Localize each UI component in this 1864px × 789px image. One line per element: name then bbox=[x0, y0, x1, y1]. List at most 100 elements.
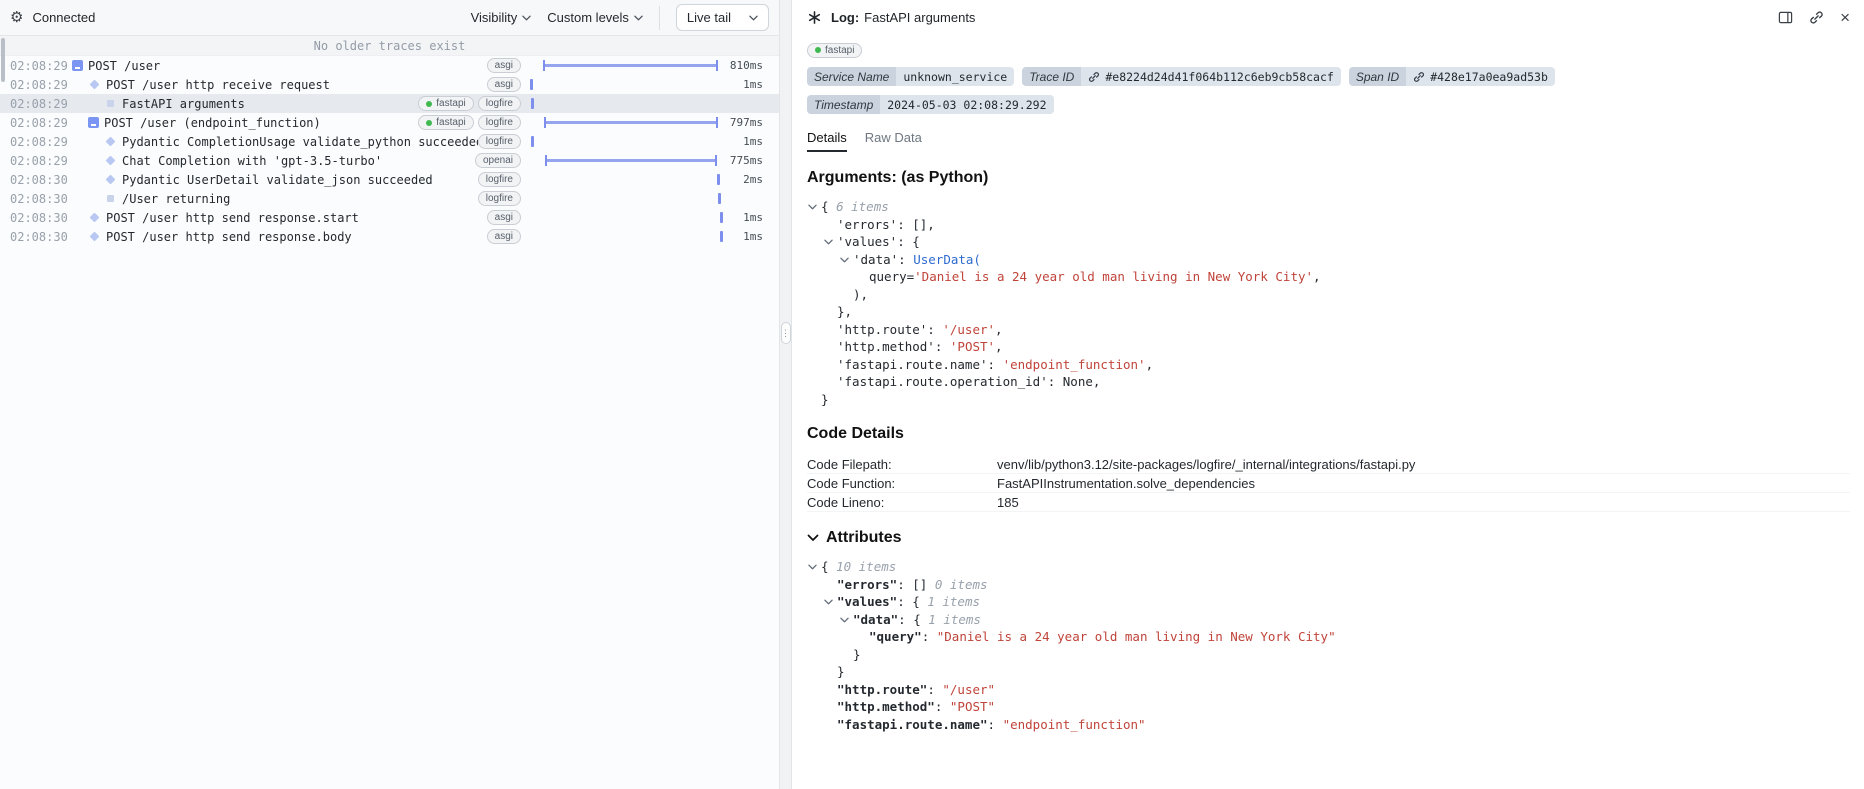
duration-bar bbox=[545, 155, 717, 166]
tree-segment: , bbox=[1313, 269, 1321, 284]
chevron-down-icon bbox=[634, 15, 643, 21]
visibility-dropdown[interactable]: Visibility bbox=[471, 10, 532, 25]
tree-caret-icon[interactable] bbox=[840, 251, 853, 269]
tree-line: { 6 items bbox=[807, 198, 1850, 216]
row-badges: asgi bbox=[487, 210, 529, 225]
tag-value: unknown_service bbox=[896, 67, 1014, 86]
dock-panel-icon[interactable] bbox=[1778, 10, 1793, 25]
badge-logfire: logfire bbox=[478, 134, 521, 149]
code-detail-value: FastAPIInstrumentation.solve_dependencie… bbox=[997, 476, 1255, 491]
tag-chip-trace-id[interactable]: Trace ID#e8224d24d41f064b112c6eb9cb58cac… bbox=[1022, 67, 1341, 86]
resize-grip-icon[interactable]: ⋮ bbox=[781, 322, 791, 344]
tree-segment: : bbox=[935, 699, 950, 714]
code-detail-row: Code Lineno:185 bbox=[807, 493, 1850, 512]
tree-line: "fastapi.route.name": "endpoint_function… bbox=[807, 716, 1850, 734]
duration-label: 1ms bbox=[723, 78, 779, 91]
row-indent bbox=[72, 236, 88, 237]
tree-caret-icon[interactable] bbox=[808, 198, 821, 216]
tree-line: } bbox=[807, 391, 1850, 409]
tree-segment: 1 items bbox=[927, 594, 980, 609]
duration-bar-area bbox=[529, 132, 723, 151]
tree-line: } bbox=[807, 646, 1850, 664]
collapse-toggle-icon[interactable] bbox=[72, 60, 83, 71]
trace-row[interactable]: 02:08:30POST /user http send response.st… bbox=[0, 208, 779, 227]
tree-segment: "http.route" bbox=[837, 682, 927, 697]
copy-link-icon[interactable] bbox=[1809, 10, 1824, 25]
trace-row[interactable]: 02:08:29Chat Completion with 'gpt-3.5-tu… bbox=[0, 151, 779, 170]
span-name: Chat Completion with 'gpt-3.5-turbo' bbox=[122, 154, 382, 168]
trace-row[interactable]: 02:08:30POST /user http send response.bo… bbox=[0, 227, 779, 246]
tab-raw-data[interactable]: Raw Data bbox=[865, 130, 922, 152]
settings-gear-icon[interactable]: ⚙ bbox=[10, 10, 23, 25]
duration-bar-area bbox=[529, 170, 723, 189]
attributes-collapse-icon[interactable] bbox=[807, 534, 819, 542]
tree-line: 'values': { bbox=[807, 233, 1850, 251]
trace-row-timestamp: 02:08:29 bbox=[10, 97, 72, 111]
custom-levels-dropdown[interactable]: Custom levels bbox=[547, 10, 643, 25]
tag-row: Service Nameunknown_serviceTrace ID#e822… bbox=[807, 67, 1850, 86]
trace-row[interactable]: 02:08:30Pydantic UserDetail validate_jso… bbox=[0, 170, 779, 189]
tree-line: 'errors': [], bbox=[807, 216, 1850, 234]
tag-label: Span ID bbox=[1349, 67, 1406, 86]
tag-chip-span-id[interactable]: Span ID#428e17a0ea9ad53b bbox=[1349, 67, 1555, 86]
tree-segment: "POST" bbox=[950, 699, 995, 714]
tree-segment: { bbox=[821, 199, 836, 214]
tree-caret-icon[interactable] bbox=[808, 558, 821, 576]
duration-bar-area bbox=[529, 113, 723, 132]
tree-caret-icon[interactable] bbox=[840, 611, 853, 629]
detail-tags: Service Nameunknown_serviceTrace ID#e822… bbox=[793, 67, 1864, 114]
tree-caret-icon[interactable] bbox=[824, 233, 837, 251]
connection-status: Connected bbox=[32, 10, 95, 25]
duration-label: 1ms bbox=[723, 230, 779, 243]
detail-badge-row: fastapi bbox=[793, 34, 1864, 58]
span-diamond-icon bbox=[88, 230, 101, 243]
badge-asgi: asgi bbox=[487, 58, 521, 73]
left-scrollbar-thumb[interactable] bbox=[1, 38, 5, 82]
row-indent bbox=[72, 122, 88, 123]
trace-row-timestamp: 02:08:29 bbox=[10, 59, 72, 73]
row-indent bbox=[72, 141, 104, 142]
trace-row[interactable]: 02:08:29Pydantic CompletionUsage validat… bbox=[0, 132, 779, 151]
tree-caret-icon[interactable] bbox=[824, 593, 837, 611]
trace-row-timestamp: 02:08:29 bbox=[10, 78, 72, 92]
badge-fastapi: fastapi bbox=[807, 43, 862, 58]
trace-row[interactable]: 02:08:29POST /user (endpoint_function)fa… bbox=[0, 113, 779, 132]
duration-label: 775ms bbox=[723, 154, 779, 167]
tree-line: 'fastapi.route.operation_id': None, bbox=[807, 373, 1850, 391]
detail-header-actions: × bbox=[1778, 9, 1850, 26]
tree-line: query='Daniel is a 24 year old man livin… bbox=[807, 268, 1850, 286]
trace-row[interactable]: 02:08:29POST /user http receive requesta… bbox=[0, 75, 779, 94]
tag-chip-timestamp: Timestamp2024-05-03 02:08:29.292 bbox=[807, 95, 1054, 114]
row-badges: asgi bbox=[487, 77, 529, 92]
span-diamond-icon bbox=[104, 154, 117, 167]
trace-row[interactable]: 02:08:29FastAPI argumentsfastapilogfire bbox=[0, 94, 779, 113]
tree-segment: "http.method" bbox=[837, 699, 935, 714]
tag-label: Trace ID bbox=[1022, 67, 1081, 86]
tree-segment: 1 items bbox=[928, 612, 981, 627]
duration-bar-area bbox=[529, 56, 723, 75]
attributes-heading-text: Attributes bbox=[826, 529, 902, 547]
badge-logfire: logfire bbox=[478, 115, 521, 130]
badge-logfire: logfire bbox=[478, 172, 521, 187]
trace-row[interactable]: 02:08:29POST /userasgi810ms bbox=[0, 56, 779, 75]
live-tail-label: Live tail bbox=[687, 10, 731, 25]
trace-row[interactable]: 02:08:30/User returninglogfire bbox=[0, 189, 779, 208]
collapse-toggle-icon[interactable] bbox=[88, 117, 99, 128]
tree-segment: 'fastapi.route.operation_id': None, bbox=[837, 374, 1100, 389]
green-dot-icon bbox=[426, 101, 432, 107]
duration-label: 2ms bbox=[723, 173, 779, 186]
topbar-controls: Visibility Custom levels Live tail bbox=[471, 4, 769, 31]
duration-bar-area bbox=[529, 151, 723, 170]
badge-label: fastapi bbox=[825, 45, 854, 56]
close-icon[interactable]: × bbox=[1840, 9, 1850, 26]
tree-segment: } bbox=[837, 664, 845, 679]
panel-resize-divider[interactable]: ⋮ bbox=[780, 0, 792, 789]
live-tail-select[interactable]: Live tail bbox=[676, 4, 769, 31]
tree-line: } bbox=[807, 663, 1850, 681]
duration-tick bbox=[531, 136, 534, 147]
tree-segment: : bbox=[988, 717, 1003, 732]
no-older-traces-banner: No older traces exist bbox=[0, 36, 779, 56]
left-topbar: ⚙ Connected Visibility Custom levels Liv… bbox=[0, 0, 779, 36]
tab-details[interactable]: Details bbox=[807, 130, 847, 152]
tree-segment: 'http.route': bbox=[837, 322, 942, 337]
